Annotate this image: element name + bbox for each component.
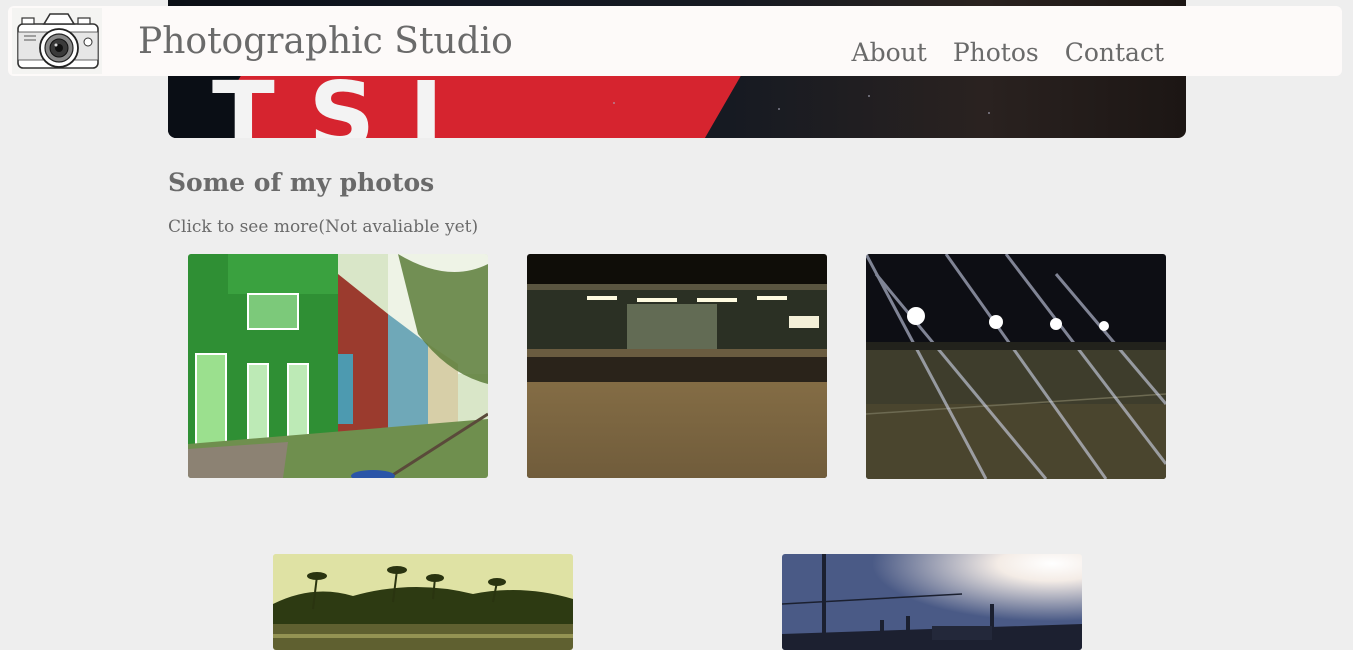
photo-field-lights[interactable]: [866, 254, 1166, 479]
site-title[interactable]: Photographic Studio: [138, 24, 513, 60]
section-title: Some of my photos: [168, 168, 435, 197]
camera-logo-icon[interactable]: [12, 8, 102, 74]
site-header: Photographic Studio About Photos Contact: [8, 6, 1342, 76]
photo-sunset-rail[interactable]: [782, 554, 1082, 650]
section-subtitle: Click to see more(Not avaliable yet): [168, 217, 479, 237]
hero-banner-text: TSI: [212, 62, 478, 139]
main-nav: About Photos Contact: [852, 40, 1164, 65]
photo-train-station[interactable]: [527, 254, 827, 478]
nav-contact[interactable]: Contact: [1065, 40, 1164, 65]
page: TSI Photographic Studio About Photos Con…: [0, 0, 1353, 650]
photo-green-houses[interactable]: [188, 254, 488, 478]
photo-lake-palms[interactable]: [273, 554, 573, 650]
nav-photos[interactable]: Photos: [953, 40, 1039, 65]
nav-about[interactable]: About: [852, 40, 927, 65]
